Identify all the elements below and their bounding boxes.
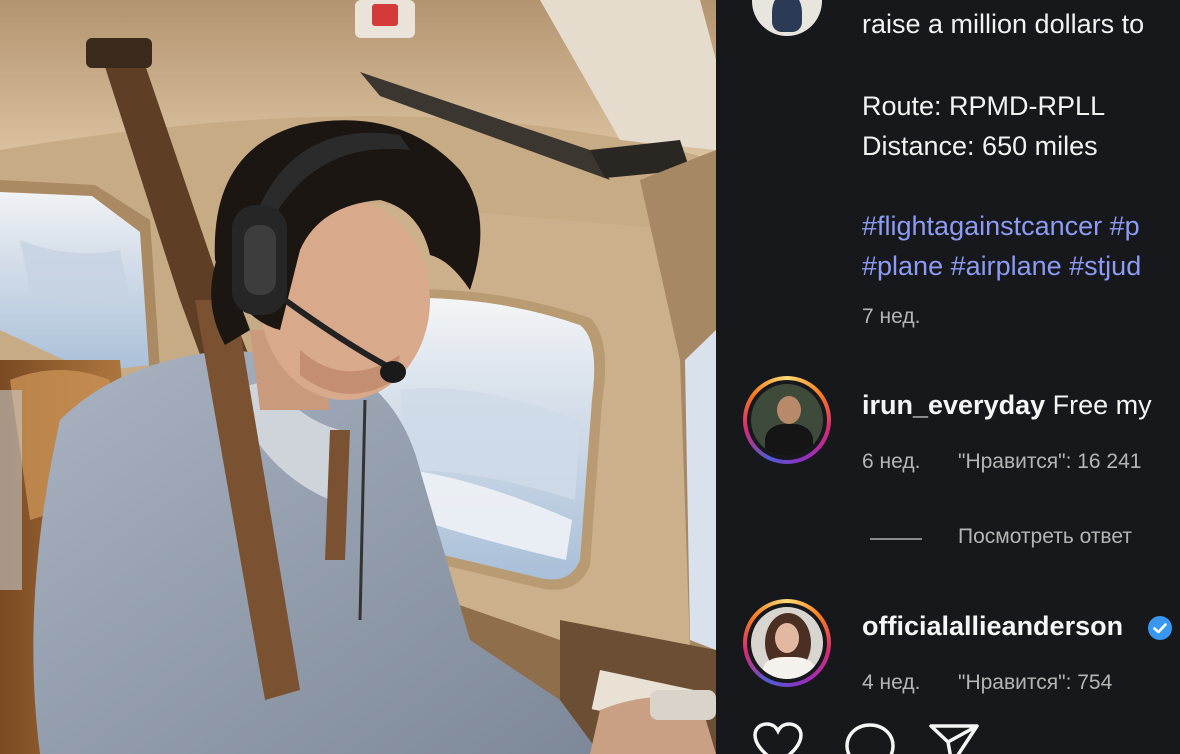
comment-2-username[interactable]: officialallieanderson xyxy=(862,611,1123,642)
comment-text: Free my xyxy=(1045,390,1152,420)
comment-avatar-allie[interactable] xyxy=(743,599,831,687)
comment-2-time: 4 нед. xyxy=(862,671,921,694)
comment-time: 6 нед. xyxy=(862,450,921,473)
hashtags-line-2[interactable]: #plane #airplane #stjud xyxy=(862,246,1141,286)
author-avatar[interactable] xyxy=(752,0,822,36)
hashtags-line-1[interactable]: #flightagainstcancer #p xyxy=(862,206,1140,246)
comment-icon[interactable] xyxy=(844,722,896,754)
view-replies-button[interactable]: Посмотреть ответ xyxy=(958,525,1132,549)
send-icon[interactable] xyxy=(928,722,980,754)
cockpit-photo-illustration xyxy=(0,0,716,754)
comment-2-likes[interactable]: "Нравится": 754 xyxy=(958,671,1112,695)
verified-badge-icon xyxy=(1148,616,1172,640)
comment-1: irun_everyday Free my xyxy=(862,390,1152,421)
post-time: 7 нед. xyxy=(862,305,921,328)
caption-distance: Distance: 650 miles xyxy=(862,131,1098,161)
comments-panel: raise a million dollars to Route: RPMD-R… xyxy=(716,0,1180,754)
comment-likes[interactable]: "Нравится": 16 241 xyxy=(958,450,1141,474)
screen: raise a million dollars to Route: RPMD-R… xyxy=(0,0,1180,754)
action-bar xyxy=(752,722,1012,754)
replies-divider xyxy=(870,538,922,540)
heart-icon[interactable] xyxy=(752,722,804,754)
comment-avatar-irun[interactable] xyxy=(743,376,831,464)
caption-line-top: raise a million dollars to xyxy=(862,9,1145,39)
comment-username[interactable]: irun_everyday xyxy=(862,390,1045,420)
avatar xyxy=(751,607,823,679)
avatar xyxy=(751,384,823,456)
post-photo[interactable] xyxy=(0,0,716,754)
caption-route: Route: RPMD-RPLL xyxy=(862,91,1106,121)
